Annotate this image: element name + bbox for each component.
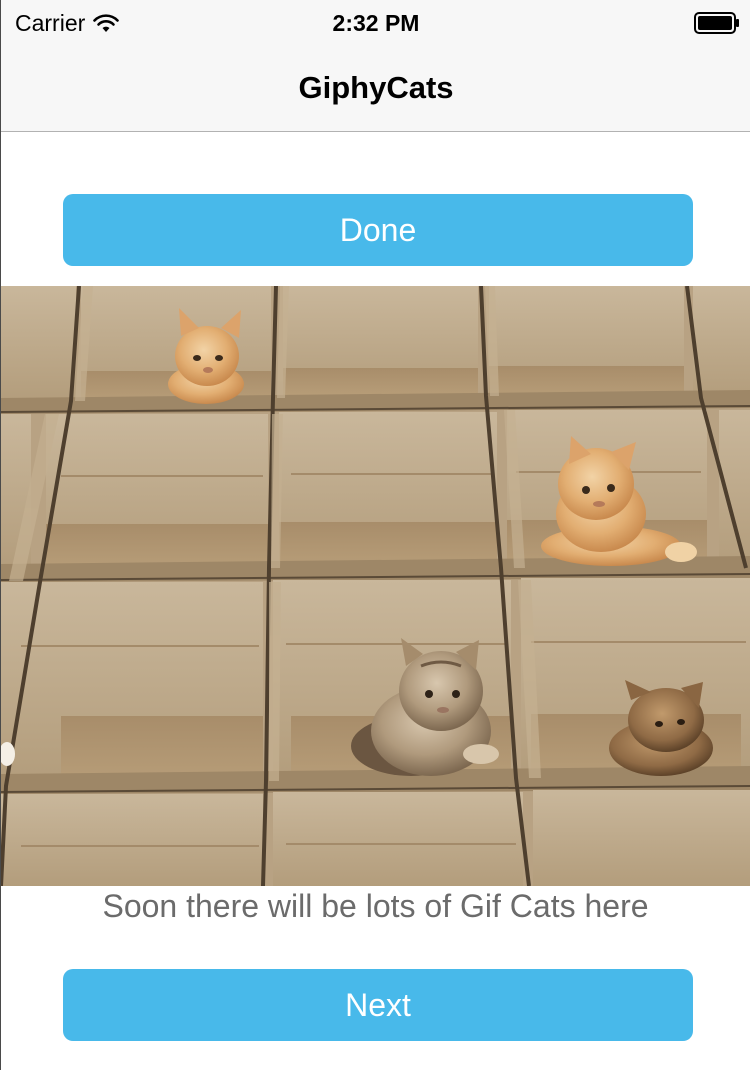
page-title: GiphyCats [298,70,454,105]
done-button[interactable]: Done [63,194,693,266]
gif-caption: Soon there will be lots of Gif Cats here [102,888,649,924]
navigation-bar: Carrier 2:32 PM GiphyCats [1,0,750,132]
battery-full-icon [694,12,739,34]
box-row-4 [1,790,750,886]
cat-gif-illustration [1,286,750,886]
next-button[interactable]: Next [63,969,693,1041]
app-screen: Carrier 2:32 PM GiphyCats Done Soon ther… [0,0,750,1070]
cat-gif-image [1,286,750,886]
status-time: 2:32 PM [332,10,420,36]
box-row-1 [1,286,750,401]
